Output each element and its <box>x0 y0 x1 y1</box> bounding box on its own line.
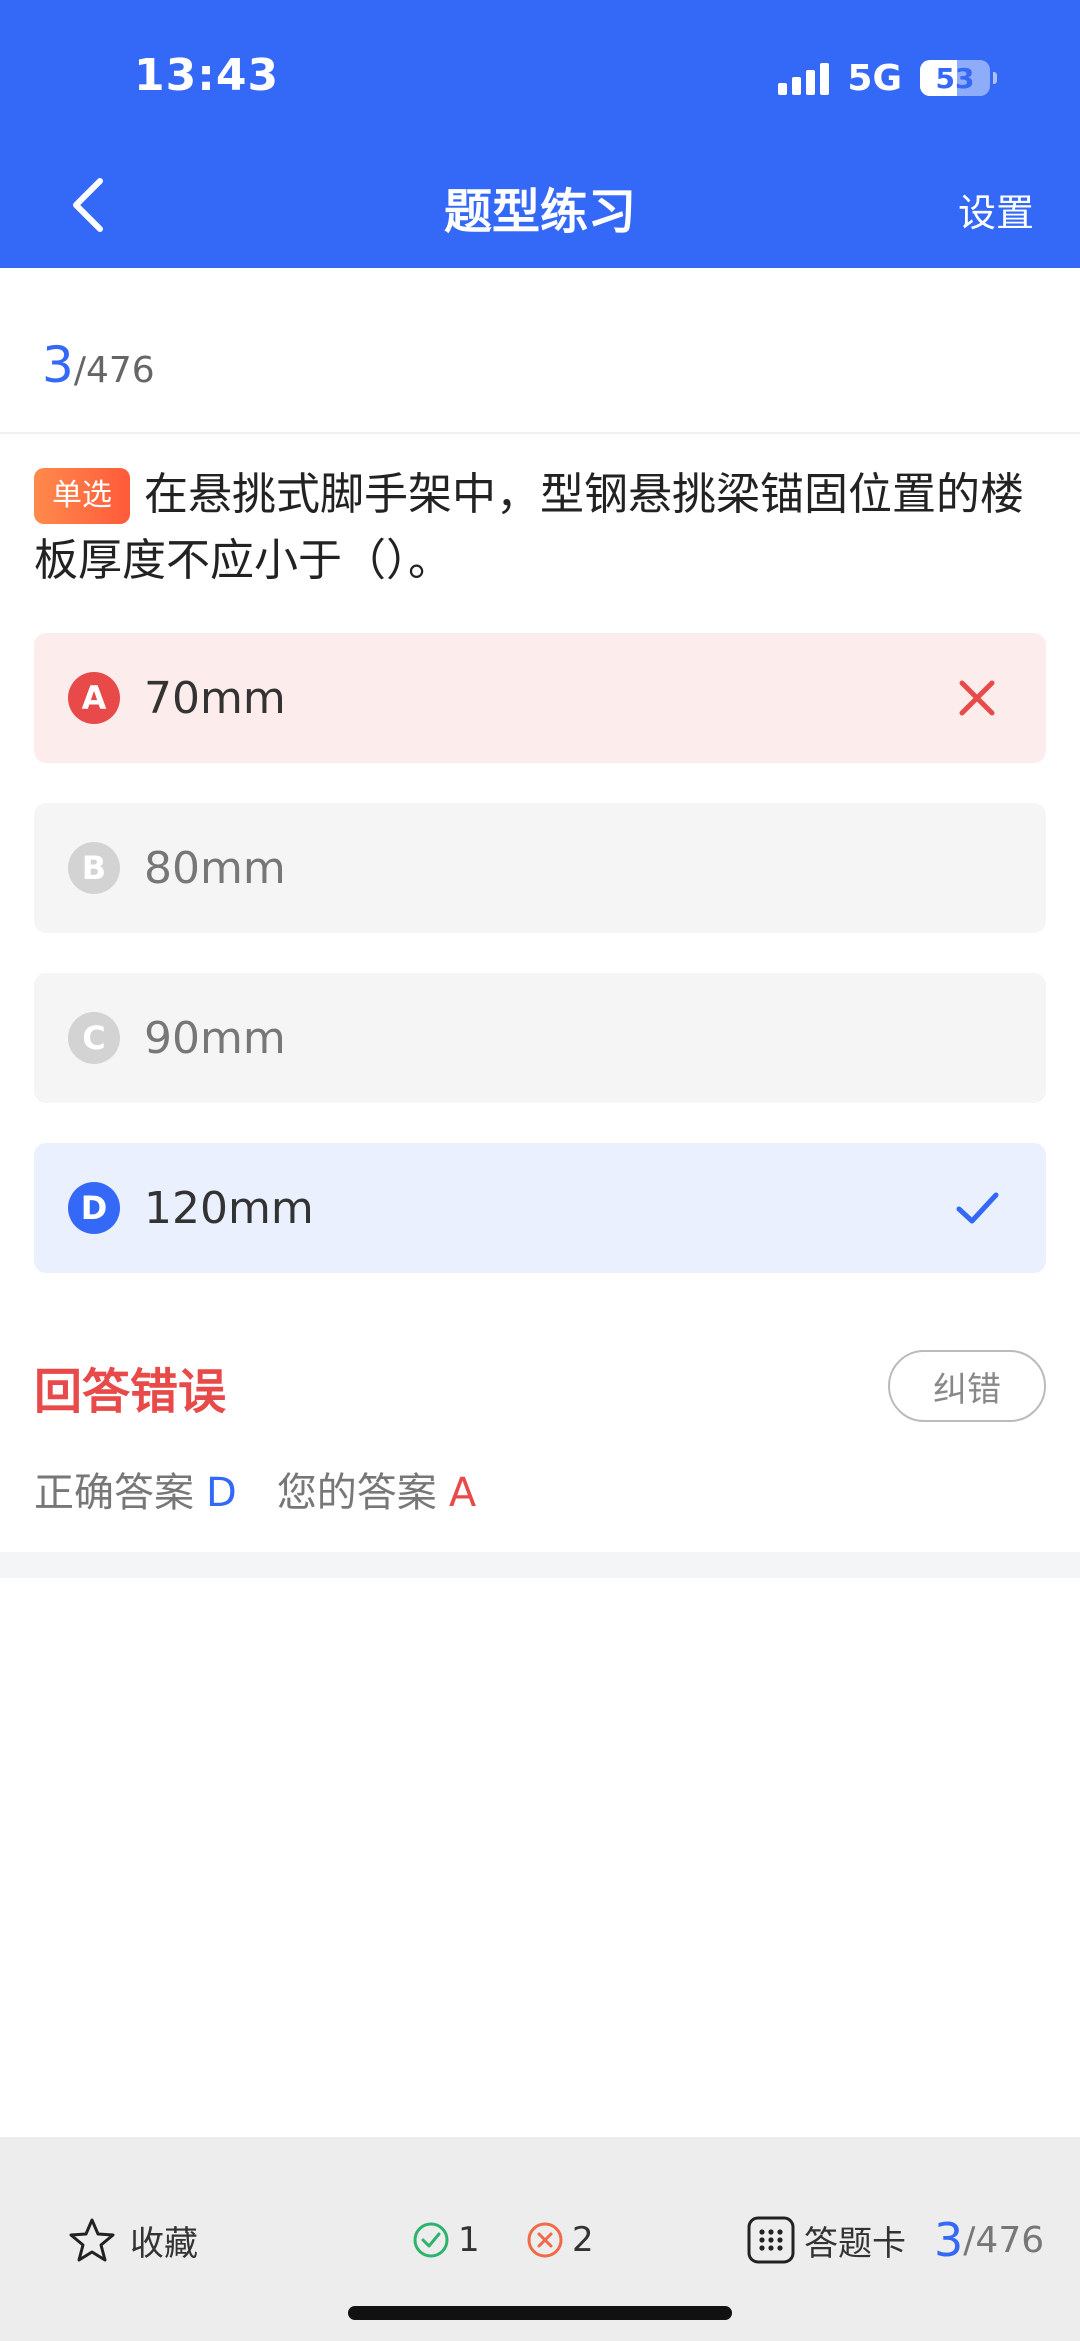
correct-answer-label: 正确答案 <box>34 1470 194 1516</box>
settings-button[interactable]: 设置 <box>958 182 1034 237</box>
divider <box>0 432 1080 434</box>
option-letter: A <box>68 672 120 724</box>
wrong-mark-icon <box>959 680 995 716</box>
answer-summary: 正确答案 D 您的答案 A <box>34 1460 476 1518</box>
your-answer-label: 您的答案 <box>276 1470 437 1516</box>
star-icon <box>69 2218 115 2262</box>
answer-card-button[interactable]: 答题卡 <box>746 2210 906 2270</box>
option-letter: B <box>68 842 120 894</box>
question-text: 在悬挑式脚手架中，型钢悬挑梁锚固位置的楼板厚度不应小于（）。 <box>34 469 1024 586</box>
wrong-count: 2 <box>526 2210 594 2270</box>
page-total: /476 <box>963 2219 1045 2261</box>
option-letter: C <box>68 1012 120 1064</box>
option-a[interactable]: A 70mm <box>34 633 1046 763</box>
signal-icon <box>778 61 830 95</box>
check-mark-icon <box>956 1192 999 1224</box>
x-circle-icon <box>527 2222 563 2258</box>
option-text: 80mm <box>144 842 286 894</box>
your-answer-value: A <box>448 1470 477 1516</box>
counter-total: /476 <box>73 350 155 391</box>
network-label: 5G <box>847 57 902 99</box>
option-c[interactable]: C 90mm <box>34 973 1046 1103</box>
app-header: 13:43 5G 53 题型练习 设置 <box>0 0 1080 268</box>
status-icons: 5G 53 <box>778 56 997 100</box>
report-error-button[interactable]: 纠错 <box>888 1350 1046 1422</box>
option-b[interactable]: B 80mm <box>34 803 1046 933</box>
question-counter: 3/476 <box>42 336 155 394</box>
page-title: 题型练习 <box>443 184 636 240</box>
battery-level: 53 <box>935 61 975 95</box>
battery-icon: 53 <box>920 60 997 96</box>
page-current: 3 <box>934 2213 964 2267</box>
favorite-button[interactable]: 收藏 <box>68 2210 198 2270</box>
answer-card-label: 答题卡 <box>804 2223 906 2264</box>
section-separator <box>0 1552 1080 1578</box>
option-text: 90mm <box>144 1012 286 1064</box>
correct-count-value: 1 <box>458 2220 480 2260</box>
status-time: 13:43 <box>134 50 280 101</box>
option-text: 70mm <box>144 672 286 724</box>
question-type-badge: 单选 <box>34 468 130 524</box>
favorite-label: 收藏 <box>130 2223 198 2264</box>
question-stem: 单选 在悬挑式脚手架中，型钢悬挑梁锚固位置的楼板厚度不应小于（）。 <box>34 462 1050 594</box>
option-text: 120mm <box>144 1182 314 1234</box>
result-title: 回答错误 <box>34 1364 227 1420</box>
grid-icon <box>747 2216 795 2264</box>
wrong-count-value: 2 <box>572 2220 594 2260</box>
option-letter: D <box>68 1182 120 1234</box>
home-indicator[interactable] <box>348 2306 732 2320</box>
correct-answer-value: D <box>206 1470 237 1516</box>
option-d[interactable]: D 120mm <box>34 1143 1046 1273</box>
counter-current: 3 <box>42 336 74 394</box>
check-circle-icon <box>413 2222 449 2258</box>
correct-count: 1 <box>412 2210 480 2270</box>
page-indicator: 3/476 <box>934 2210 1044 2270</box>
